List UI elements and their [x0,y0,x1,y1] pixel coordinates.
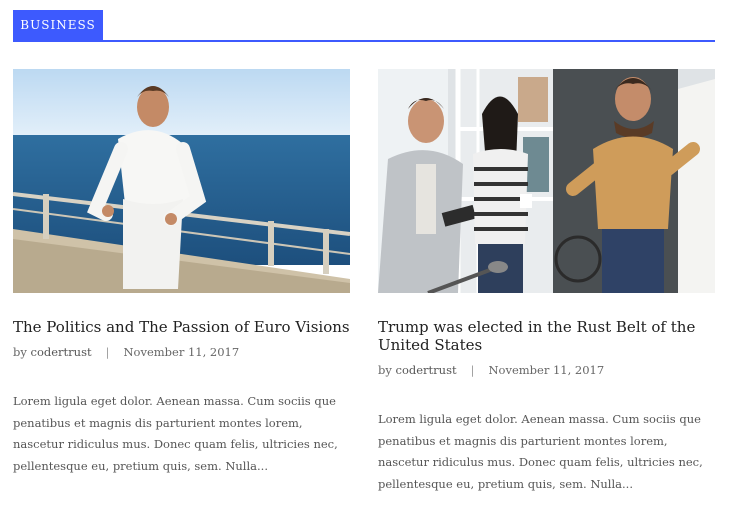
post-title[interactable]: The Politics and The Passion of Euro Vis… [13,318,350,336]
post-thumbnail-office-team[interactable] [378,69,715,293]
post-author[interactable]: codertrust [31,345,92,359]
by-label: by [13,345,27,359]
post-author[interactable]: codertrust [396,363,457,377]
category-tag-business[interactable]: BUSINESS [13,10,103,40]
meta-separator: | [105,345,110,359]
post-excerpt: Lorem ligula eget dolor. Aenean massa. C… [378,412,703,491]
post-date[interactable]: November 11, 2017 [488,363,604,377]
post-meta: by codertrust | November 11, 2017 [378,363,715,377]
by-label: by [378,363,392,377]
section-header: BUSINESS [13,10,715,42]
meta-separator: | [470,363,475,377]
post-card: The Politics and The Passion of Euro Vis… [13,69,350,477]
post-card: Trump was elected in the Rust Belt of th… [378,69,715,495]
post-title[interactable]: Trump was elected in the Rust Belt of th… [378,318,715,354]
post-excerpt: Lorem ligula eget dolor. Aenean massa. C… [13,394,338,473]
post-meta: by codertrust | November 11, 2017 [13,345,350,359]
post-date[interactable]: November 11, 2017 [123,345,239,359]
post-thumbnail-man-by-sea[interactable] [13,69,350,293]
